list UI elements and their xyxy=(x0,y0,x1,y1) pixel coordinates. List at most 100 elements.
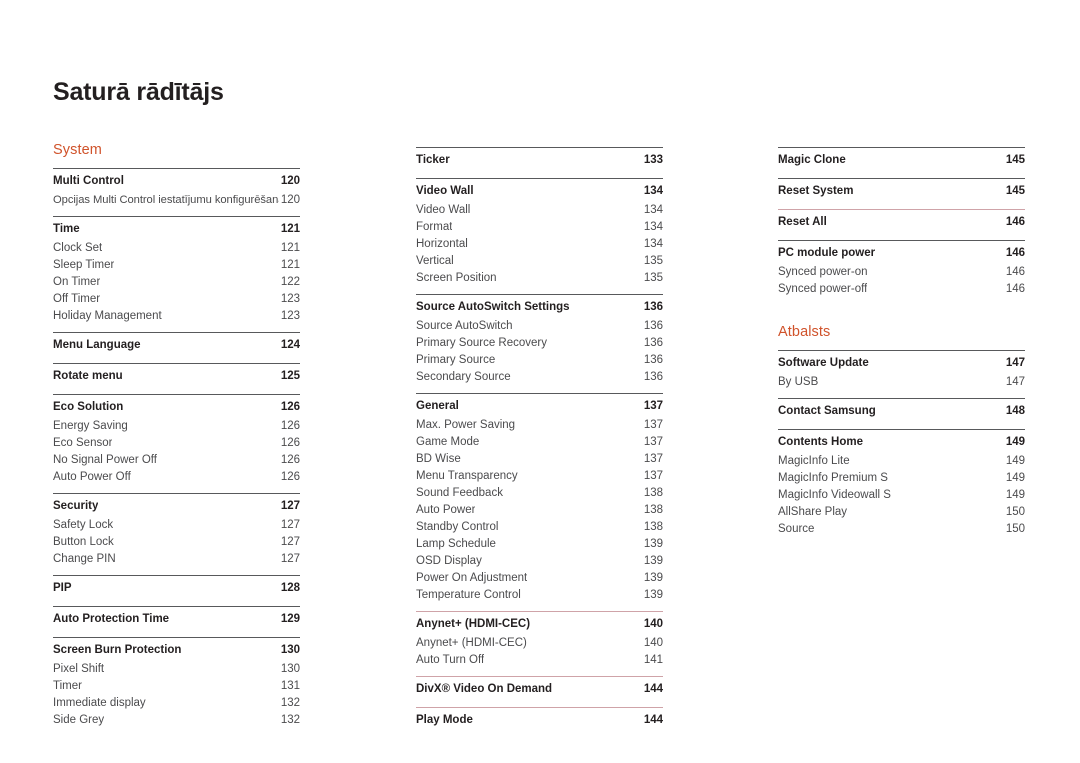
toc-entry-main[interactable]: General 137 xyxy=(416,396,663,417)
toc-entry-page-number: 126 xyxy=(280,471,300,483)
toc-entry-sub[interactable]: Standby Control 138 xyxy=(416,519,663,536)
toc-entry-sub[interactable]: Temperature Control 139 xyxy=(416,587,663,604)
toc-entry-page-number: 126 xyxy=(280,437,300,449)
toc-entry-main[interactable]: Rotate menu 125 xyxy=(53,366,300,387)
toc-entry-sub[interactable]: Energy Saving 126 xyxy=(53,418,300,435)
toc-entry-sub[interactable]: Source 150 xyxy=(778,521,1025,538)
toc-entry-sub[interactable]: Primary Source 136 xyxy=(416,352,663,369)
toc-entry-main[interactable]: Reset System 145 xyxy=(778,181,1025,202)
toc-entry-sub[interactable]: Auto Power 138 xyxy=(416,502,663,519)
toc-entry-label: MagicInfo Lite xyxy=(778,455,850,467)
toc-entry-sub[interactable]: Menu Transparency 137 xyxy=(416,468,663,485)
toc-entry-main[interactable]: Time 121 xyxy=(53,219,300,240)
toc-entry-label: Immediate display xyxy=(53,697,146,709)
toc-entry-label: Source AutoSwitch Settings xyxy=(416,301,570,313)
toc-entry-label: Horizontal xyxy=(416,238,468,250)
toc-entry-sub[interactable]: OSD Display 139 xyxy=(416,553,663,570)
toc-entry-main[interactable]: Menu Language 124 xyxy=(53,335,300,356)
toc-entry-label: Max. Power Saving xyxy=(416,419,516,431)
toc-entry-page-number: 134 xyxy=(643,238,663,250)
toc-entry-sub[interactable]: Change PIN 127 xyxy=(53,551,300,568)
toc-entry-main[interactable]: Multi Control 120 xyxy=(53,171,300,192)
toc-entry-page-number: 137 xyxy=(643,419,663,431)
toc-entry-main[interactable]: Reset All 146 xyxy=(778,212,1025,233)
toc-entry-sub[interactable]: Button Lock 127 xyxy=(53,534,300,551)
toc-entry-sub[interactable]: Immediate display 132 xyxy=(53,695,300,712)
toc-entry-page-number: 141 xyxy=(643,654,663,666)
toc-entry-main[interactable]: DivX® Video On Demand 144 xyxy=(416,679,663,700)
toc-entry-sub[interactable]: BD Wise 137 xyxy=(416,451,663,468)
toc-entry-sub[interactable]: On Timer 122 xyxy=(53,274,300,291)
toc-entry-sub[interactable]: Screen Position 135 xyxy=(416,270,663,287)
toc-entry-sub[interactable]: Video Wall 134 xyxy=(416,202,663,219)
toc-entry-main[interactable]: Ticker 133 xyxy=(416,150,663,171)
toc-entry-page-number: 132 xyxy=(280,697,300,709)
toc-entry-sub[interactable]: MagicInfo Premium S 149 xyxy=(778,470,1025,487)
toc-entry-page-number: 135 xyxy=(643,272,663,284)
toc-group: Video Wall 134 Video Wall 134 Format 134 Horiz… xyxy=(416,178,663,287)
toc-entry-page-number: 130 xyxy=(280,644,300,656)
toc-entry-main[interactable]: Anynet+ (HDMI-CEC) 140 xyxy=(416,614,663,635)
toc-entry-sub[interactable]: Auto Power Off 126 xyxy=(53,469,300,486)
toc-entry-sub[interactable]: Sleep Timer 121 xyxy=(53,257,300,274)
toc-entry-sub[interactable]: Clock Set 121 xyxy=(53,240,300,257)
toc-entry-sub[interactable]: Game Mode 137 xyxy=(416,434,663,451)
toc-entry-main[interactable]: Auto Protection Time 129 xyxy=(53,609,300,630)
toc-entry-sub[interactable]: Timer 131 xyxy=(53,678,300,695)
toc-entry-main[interactable]: Play Mode 144 xyxy=(416,710,663,731)
toc-entry-sub[interactable]: Anynet+ (HDMI-CEC) 140 xyxy=(416,635,663,652)
toc-entry-label: Off Timer xyxy=(53,293,101,305)
toc-entry-main[interactable]: Eco Solution 126 xyxy=(53,397,300,418)
toc-entry-main[interactable]: Security 127 xyxy=(53,496,300,517)
toc-entry-sub[interactable]: Holiday Management 123 xyxy=(53,308,300,325)
toc-entry-page-number: 146 xyxy=(1005,216,1025,228)
toc-entry-label: Sleep Timer xyxy=(53,259,115,271)
toc-entry-main[interactable]: Software Update 147 xyxy=(778,353,1025,374)
toc-entry-sub[interactable]: Sound Feedback 138 xyxy=(416,485,663,502)
toc-entry-label: Vertical xyxy=(416,255,454,267)
toc-entry-sub[interactable]: Horizontal 134 xyxy=(416,236,663,253)
toc-entry-sub[interactable]: Vertical 135 xyxy=(416,253,663,270)
toc-entry-sub[interactable]: Format 134 xyxy=(416,219,663,236)
toc-entry-page-number: 123 xyxy=(280,293,300,305)
toc-entry-sub[interactable]: Opcijas Multi Control iestatījumu konfig… xyxy=(53,192,300,209)
toc-entry-sub[interactable]: Safety Lock 127 xyxy=(53,517,300,534)
toc-entry-sub[interactable]: MagicInfo Lite 149 xyxy=(778,453,1025,470)
toc-entry-sub[interactable]: MagicInfo Videowall S 149 xyxy=(778,487,1025,504)
toc-entry-main[interactable]: Source AutoSwitch Settings 136 xyxy=(416,297,663,318)
toc-entry-main[interactable]: PC module power 146 xyxy=(778,243,1025,264)
toc-entry-label: Magic Clone xyxy=(778,154,846,166)
section-heading: System xyxy=(53,142,102,158)
toc-entry-sub[interactable]: Synced power-on 146 xyxy=(778,264,1025,281)
toc-entry-page-number: 136 xyxy=(643,301,663,313)
toc-entry-main[interactable]: Magic Clone 145 xyxy=(778,150,1025,171)
toc-entry-label: Primary Source xyxy=(416,354,496,366)
toc-entry-sub[interactable]: Power On Adjustment 139 xyxy=(416,570,663,587)
toc-entry-main[interactable]: Contact Samsung 148 xyxy=(778,401,1025,422)
toc-entry-sub[interactable]: Eco Sensor 126 xyxy=(53,435,300,452)
toc-entry-sub[interactable]: Max. Power Saving 137 xyxy=(416,417,663,434)
toc-entry-label: Button Lock xyxy=(53,536,114,548)
toc-entry-sub[interactable]: Pixel Shift 130 xyxy=(53,661,300,678)
toc-entry-sub[interactable]: Synced power-off 146 xyxy=(778,281,1025,298)
toc-entry-sub[interactable]: Primary Source Recovery 136 xyxy=(416,335,663,352)
toc-entry-sub[interactable]: No Signal Power Off 126 xyxy=(53,452,300,469)
toc-entry-sub[interactable]: Source AutoSwitch 136 xyxy=(416,318,663,335)
toc-entry-sub[interactable]: By USB 147 xyxy=(778,374,1025,391)
toc-entry-sub[interactable]: Lamp Schedule 139 xyxy=(416,536,663,553)
toc-entry-sub[interactable]: Off Timer 123 xyxy=(53,291,300,308)
toc-entry-main[interactable]: PIP 128 xyxy=(53,578,300,599)
toc-entry-sub[interactable]: Secondary Source 136 xyxy=(416,369,663,386)
toc-entry-main[interactable]: Video Wall 134 xyxy=(416,181,663,202)
toc-entry-label: Video Wall xyxy=(416,204,471,216)
toc-entry-sub[interactable]: Side Grey 132 xyxy=(53,712,300,729)
toc-entry-sub[interactable]: AllShare Play 150 xyxy=(778,504,1025,521)
toc-entry-label: General xyxy=(416,400,459,412)
toc-entry-page-number: 149 xyxy=(1005,455,1025,467)
toc-entry-sub[interactable]: Auto Turn Off 141 xyxy=(416,652,663,669)
toc-entry-page-number: 120 xyxy=(280,175,300,187)
toc-entry-main[interactable]: Contents Home 149 xyxy=(778,432,1025,453)
toc-entry-label: By USB xyxy=(778,376,819,388)
toc-entry-main[interactable]: Screen Burn Protection 130 xyxy=(53,640,300,661)
toc-entry-label: Ticker xyxy=(416,154,450,166)
